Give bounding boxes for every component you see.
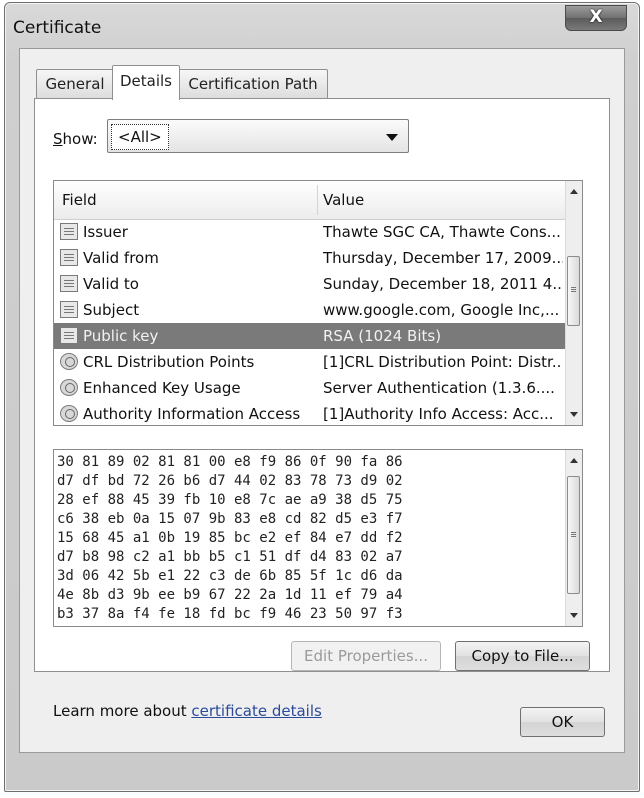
details-tab-panel: Show: <All> Field Value Issuer Thawte SG… <box>34 98 610 720</box>
row-field: Valid to <box>83 275 139 293</box>
list-row-enhanced-key-usage[interactable]: Enhanced Key Usage Server Authentication… <box>54 375 565 401</box>
window-title: Certificate <box>13 18 102 38</box>
document-icon <box>60 223 78 240</box>
list-row-authority-information-access[interactable]: Authority Information Access [1]Authorit… <box>54 401 565 425</box>
list-row-valid-to[interactable]: Valid to Sunday, December 18, 2011 4... <box>54 271 565 297</box>
chevron-down-icon <box>386 134 398 141</box>
title-bar[interactable]: Certificate X <box>5 3 639 53</box>
list-row-issuer[interactable]: Issuer Thawte SGC CA, Thawte Cons... <box>54 219 565 245</box>
list-header: Field Value <box>54 181 565 220</box>
public-key-hex: 30 81 89 02 81 81 00 e8 f9 86 0f 90 fa 8… <box>57 454 403 622</box>
extension-icon <box>60 405 78 422</box>
tab-certification-path[interactable]: Certification Path <box>178 69 328 99</box>
row-value: Thursday, December 17, 2009... <box>323 249 563 267</box>
row-field: Subject <box>83 301 140 319</box>
row-value: Sunday, December 18, 2011 4... <box>323 275 563 293</box>
row-value: RSA (1024 Bits) <box>323 327 442 345</box>
show-label: Show: <box>53 130 98 148</box>
edit-properties-button[interactable]: Edit Properties... <box>291 641 441 671</box>
scroll-up-icon[interactable] <box>570 189 578 194</box>
extension-icon <box>60 379 78 396</box>
list-row-valid-from[interactable]: Valid from Thursday, December 17, 2009..… <box>54 245 565 271</box>
tab-details[interactable]: Details <box>112 65 180 100</box>
scroll-down-icon[interactable] <box>570 613 578 618</box>
row-value: Thawte SGC CA, Thawte Cons... <box>323 223 561 241</box>
copy-to-file-button[interactable]: Copy to File... <box>455 641 590 671</box>
row-value: Server Authentication (1.3.6.... <box>323 379 555 397</box>
document-icon <box>60 249 78 266</box>
certificate-dialog: Certificate X General Details Certificat… <box>4 2 640 792</box>
row-value: www.google.com, Google Inc,... <box>323 301 560 319</box>
row-value: [1]CRL Distribution Point: Distr... <box>323 353 563 371</box>
list-row-subject[interactable]: Subject www.google.com, Google Inc,... <box>54 297 565 323</box>
extension-icon <box>60 353 78 370</box>
scrollbar-thumb[interactable] <box>567 476 580 594</box>
column-divider[interactable] <box>317 185 318 215</box>
fields-list[interactable]: Field Value Issuer Thawte SGC CA, Thawte… <box>53 180 583 426</box>
column-header-field[interactable]: Field <box>62 191 97 209</box>
dialog-client-area: General Details Certification Path Show:… <box>19 48 625 753</box>
scrollbar-thumb[interactable] <box>567 256 580 326</box>
scroll-up-icon[interactable] <box>570 458 578 463</box>
list-row-public-key[interactable]: Public key RSA (1024 Bits) <box>54 323 565 349</box>
value-textbox-scrollbar[interactable] <box>565 450 582 626</box>
certificate-details-link[interactable]: certificate details <box>191 702 321 720</box>
tab-general[interactable]: General <box>36 69 114 99</box>
field-value-textbox[interactable]: 30 81 89 02 81 81 00 e8 f9 86 0f 90 fa 8… <box>53 449 583 627</box>
show-dropdown-value: <All> <box>111 124 169 150</box>
row-field: CRL Distribution Points <box>83 353 255 371</box>
document-icon <box>60 275 78 292</box>
grip-icon <box>571 532 576 533</box>
fields-list-scrollbar[interactable] <box>565 181 582 425</box>
list-row-crl-distribution-points[interactable]: CRL Distribution Points [1]CRL Distribut… <box>54 349 565 375</box>
row-field: Issuer <box>83 223 128 241</box>
row-field: Public key <box>83 327 159 345</box>
learn-more-text: Learn more about certificate details <box>53 702 322 720</box>
row-field: Valid from <box>83 249 159 267</box>
grip-icon <box>571 287 576 288</box>
close-button[interactable]: X <box>565 5 627 31</box>
close-icon: X <box>589 7 603 27</box>
column-header-value[interactable]: Value <box>323 191 364 209</box>
row-field: Authority Information Access <box>83 405 301 423</box>
learn-more-prefix: Learn more about <box>53 702 192 720</box>
show-dropdown[interactable]: <All> <box>107 119 409 153</box>
document-icon <box>60 327 78 344</box>
row-field: Enhanced Key Usage <box>83 379 241 397</box>
ok-button[interactable]: OK <box>520 707 605 737</box>
list-rows: Issuer Thawte SGC CA, Thawte Cons... Val… <box>54 219 565 425</box>
document-icon <box>60 301 78 318</box>
scroll-down-icon[interactable] <box>570 412 578 417</box>
row-value: [1]Authority Info Access: Acc... <box>323 405 554 423</box>
